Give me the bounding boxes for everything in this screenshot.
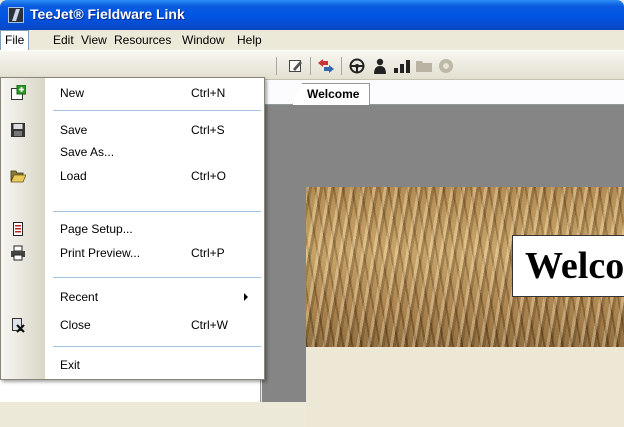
menu-item-label: Print Preview... [60,246,141,260]
person-icon[interactable] [370,56,390,76]
file-menu-dropdown: New Ctrl+N Save Ctrl+S Save As... Load C… [0,77,265,380]
menu-item-close[interactable]: Close Ctrl+W [1,314,264,336]
toolbar [0,50,624,80]
submenu-arrow-icon [244,293,248,301]
toolbar-separator [310,57,311,75]
menu-file[interactable]: File [0,30,30,50]
menu-item-shortcut: Ctrl+S [191,123,225,137]
menu-edit[interactable]: Edit [49,30,78,50]
menu-item-label: Save As... [60,145,115,159]
save-icon [10,122,26,138]
menu-separator [53,346,261,347]
steering-wheel-icon[interactable] [347,56,367,76]
menu-item-label: Save [60,123,88,137]
welcome-heading: Welco [512,235,624,297]
menu-item-load[interactable]: Load Ctrl+O [1,165,264,187]
menu-separator [53,211,261,212]
toolbar-separator [276,57,277,75]
tab-strip: Welcome [262,80,624,105]
content-frame: Welco [262,105,624,427]
menu-help[interactable]: Help [233,30,266,50]
menu-item-save-as[interactable]: Save As... [1,141,264,163]
menu-item-label: Page Setup... [60,222,133,236]
menu-separator [53,277,261,278]
printer-icon [10,245,26,261]
menu-item-new[interactable]: New Ctrl+N [1,82,264,104]
window-title: TeeJet® Fieldware Link [30,6,185,22]
menu-view[interactable]: View [77,30,111,50]
app-logo-icon [8,7,24,23]
menu-item-label: Load [60,169,87,183]
menu-item-exit[interactable]: Exit [1,354,264,376]
menu-item-label: Exit [60,358,81,372]
edit-icon[interactable] [286,56,306,76]
menu-item-print-preview[interactable]: Print Preview... Ctrl+P [1,242,264,264]
folder-icon[interactable] [414,56,434,76]
menu-item-label: Close [60,318,91,332]
menu-item-save[interactable]: Save Ctrl+S [1,119,264,141]
menu-item-shortcut: Ctrl+P [191,246,225,260]
toolbar-separator [341,57,342,75]
menu-item-label: New [60,86,85,100]
welcome-page: Welco [306,187,624,427]
tab-welcome[interactable]: Welcome [292,83,371,105]
menu-item-page-setup[interactable]: Page Setup... [1,218,264,240]
menu-bar: File Edit View Resources Window Help [0,30,624,50]
disc-icon[interactable] [436,56,456,76]
menu-item-shortcut: Ctrl+O [191,169,227,183]
page-setup-icon [10,221,26,237]
workspace: Welcome Welco [262,80,624,427]
open-folder-icon [10,168,27,184]
title-bar: TeeJet® Fieldware Link [0,0,624,30]
menu-item-shortcut: Ctrl+N [191,86,226,100]
menu-item-recent[interactable]: Recent [1,286,264,308]
menu-item-label: Recent [60,290,99,304]
new-icon [10,84,27,101]
chart-icon[interactable] [392,56,412,76]
menu-resources[interactable]: Resources [110,30,175,50]
menu-item-shortcut: Ctrl+W [191,318,228,332]
wheat-banner-image: Welco [306,187,624,347]
menu-separator [53,110,261,111]
swap-arrows-icon[interactable] [316,56,336,76]
close-document-icon [10,317,26,333]
menu-window[interactable]: Window [178,30,229,50]
